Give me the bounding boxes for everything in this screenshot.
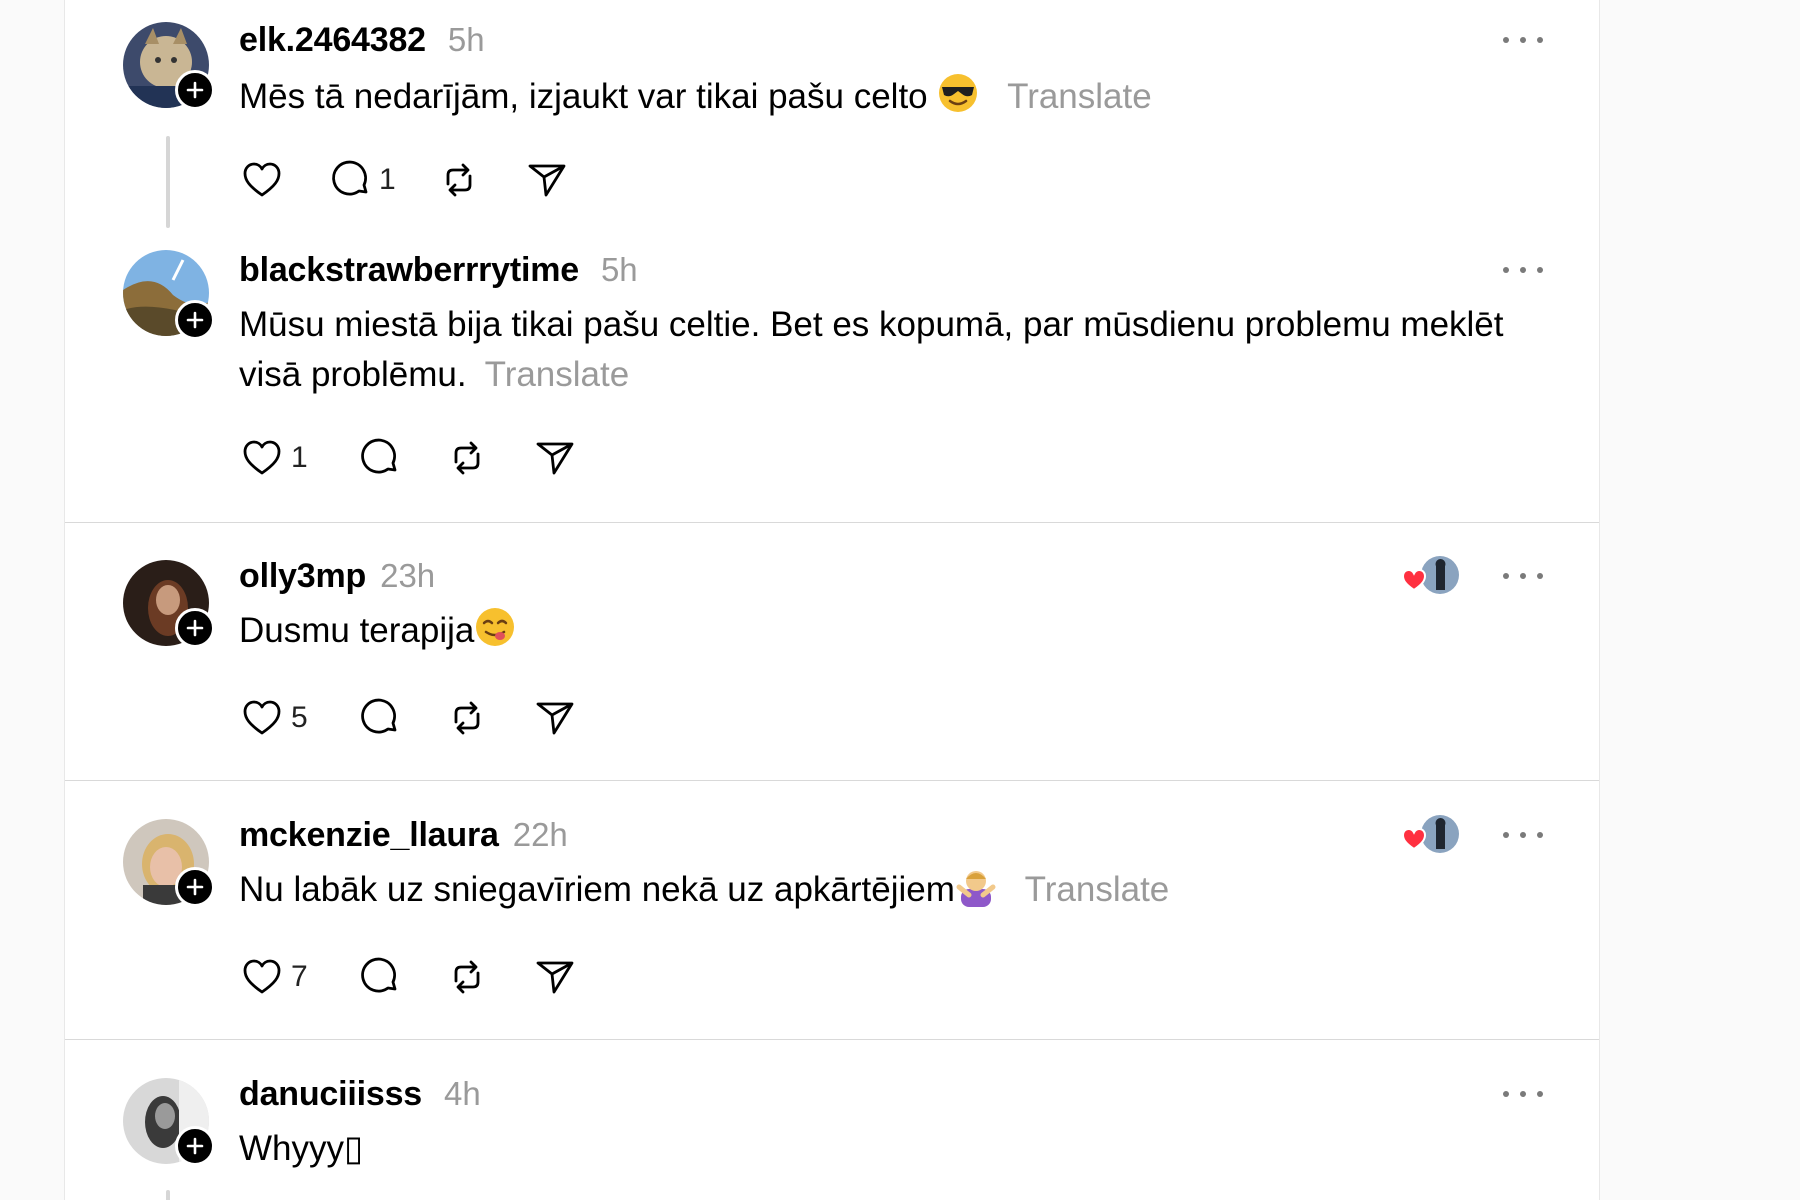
timestamp[interactable]: 22h [513,816,568,854]
reply-post: olly3mp 23h Dusmu terapija 5 [65,556,1599,780]
comment-icon [332,160,368,196]
liked-by-author-badge[interactable] [1401,556,1459,596]
timestamp[interactable]: 5h [448,21,485,59]
post-text: Mēs tā nedarījām, izjaukt var tikai pašu… [239,77,928,116]
repost-icon [454,960,480,994]
post-text-container: Nu labāk uz sniegavīriem nekā uz apkārtē… [239,865,1539,915]
comment-icon [360,698,397,734]
repost-button[interactable] [444,954,490,1000]
username[interactable]: mckenzie_llaura [239,816,499,855]
heart-icon [243,959,281,994]
plus-icon [186,311,204,329]
post-text: Nu labāk uz sniegavīriem nekā uz apkārtē… [239,870,955,909]
send-icon [536,442,574,475]
username[interactable]: danuciiisss [239,1075,422,1114]
thread-line [166,1190,170,1200]
sunglasses-emoji [939,74,978,112]
divider [65,522,1599,523]
plus-icon [186,619,204,637]
divider [65,1039,1599,1040]
person-gesturing-no-emoji [956,871,996,907]
username[interactable]: blackstrawberrrytime [239,251,579,290]
reply-count: 1 [379,163,396,196]
share-button[interactable] [532,435,578,481]
divider [65,780,1599,781]
post-text-container: Whyyy▯ [239,1124,1539,1174]
threads-feed: elk.2464382 5h Mēs tā nedarījām, izjaukt… [64,0,1600,1200]
follow-button[interactable] [175,300,215,340]
more-dots-icon[interactable] [1503,1084,1543,1104]
timestamp[interactable]: 23h [380,557,435,595]
thread-line [166,136,170,228]
like-count: 5 [291,701,308,734]
repost-button[interactable] [444,695,490,741]
follow-button[interactable] [175,1126,215,1166]
like-button[interactable]: 7 [239,954,308,1000]
more-dots-icon[interactable] [1503,825,1543,845]
reply-button[interactable] [356,695,402,741]
repost-icon [446,163,472,197]
timestamp[interactable]: 4h [444,1075,481,1113]
like-button[interactable]: 1 [239,435,308,481]
post-text: Whyyy▯ [239,1129,364,1168]
like-button[interactable]: 5 [239,695,308,741]
translate-link[interactable]: Translate [1025,870,1170,909]
share-button[interactable] [532,954,578,1000]
yum-face-emoji [476,608,515,646]
more-dots-icon[interactable] [1503,30,1543,50]
follow-button[interactable] [175,867,215,907]
like-button[interactable] [239,157,285,203]
post-text-container: Mēs tā nedarījām, izjaukt var tikai pašu… [239,72,1539,122]
plus-icon [186,1137,204,1155]
reply-post: blackstrawberrrytime 5h Mūsu miestā bija… [65,250,1599,522]
heart-icon [243,440,281,475]
heart-icon [243,700,281,735]
like-count: 1 [291,441,308,474]
translate-link[interactable]: Translate [1007,77,1152,116]
like-count: 7 [291,960,308,993]
heart-filled-icon [1401,827,1427,851]
reply-post: danuciiisss 4h Whyyy▯ [65,1074,1599,1200]
username[interactable]: elk.2464382 [239,21,426,60]
repost-icon [454,441,480,475]
post-text-container: Dusmu terapija [239,606,1539,656]
send-icon [528,164,566,197]
repost-icon [454,701,480,735]
follow-button[interactable] [175,70,215,110]
reply-post: elk.2464382 5h Mēs tā nedarījām, izjaukt… [65,0,1599,250]
translate-link[interactable]: Translate [485,355,630,394]
reply-button[interactable] [356,954,402,1000]
more-dots-icon[interactable] [1503,260,1543,280]
post-text-line: Mūsu miestā bija tikai pašu celtie. Bet … [239,305,1504,344]
plus-icon [186,878,204,896]
post-text-container: Mūsu miestā bija tikai pašu celtie. Bet … [239,300,1539,400]
username[interactable]: olly3mp [239,557,366,596]
post-text-line: visā problēmu. [239,355,467,394]
share-button[interactable] [524,157,570,203]
follow-button[interactable] [175,608,215,648]
send-icon [536,702,574,735]
repost-button[interactable] [444,435,490,481]
post-text: Dusmu terapija [239,611,475,650]
reply-button[interactable] [356,435,402,481]
heart-filled-icon [1401,568,1427,592]
liked-by-author-badge[interactable] [1401,815,1459,855]
send-icon [536,961,574,994]
heart-icon [243,162,281,197]
reply-post: mckenzie_llaura 22h Nu labāk uz sniegavī… [65,815,1599,1039]
share-button[interactable] [532,695,578,741]
more-dots-icon[interactable] [1503,566,1543,586]
comment-icon [360,438,397,474]
comment-icon [360,957,397,993]
plus-icon [186,81,204,99]
timestamp[interactable]: 5h [601,251,638,289]
repost-button[interactable] [436,157,482,203]
reply-button[interactable]: 1 [327,157,396,203]
